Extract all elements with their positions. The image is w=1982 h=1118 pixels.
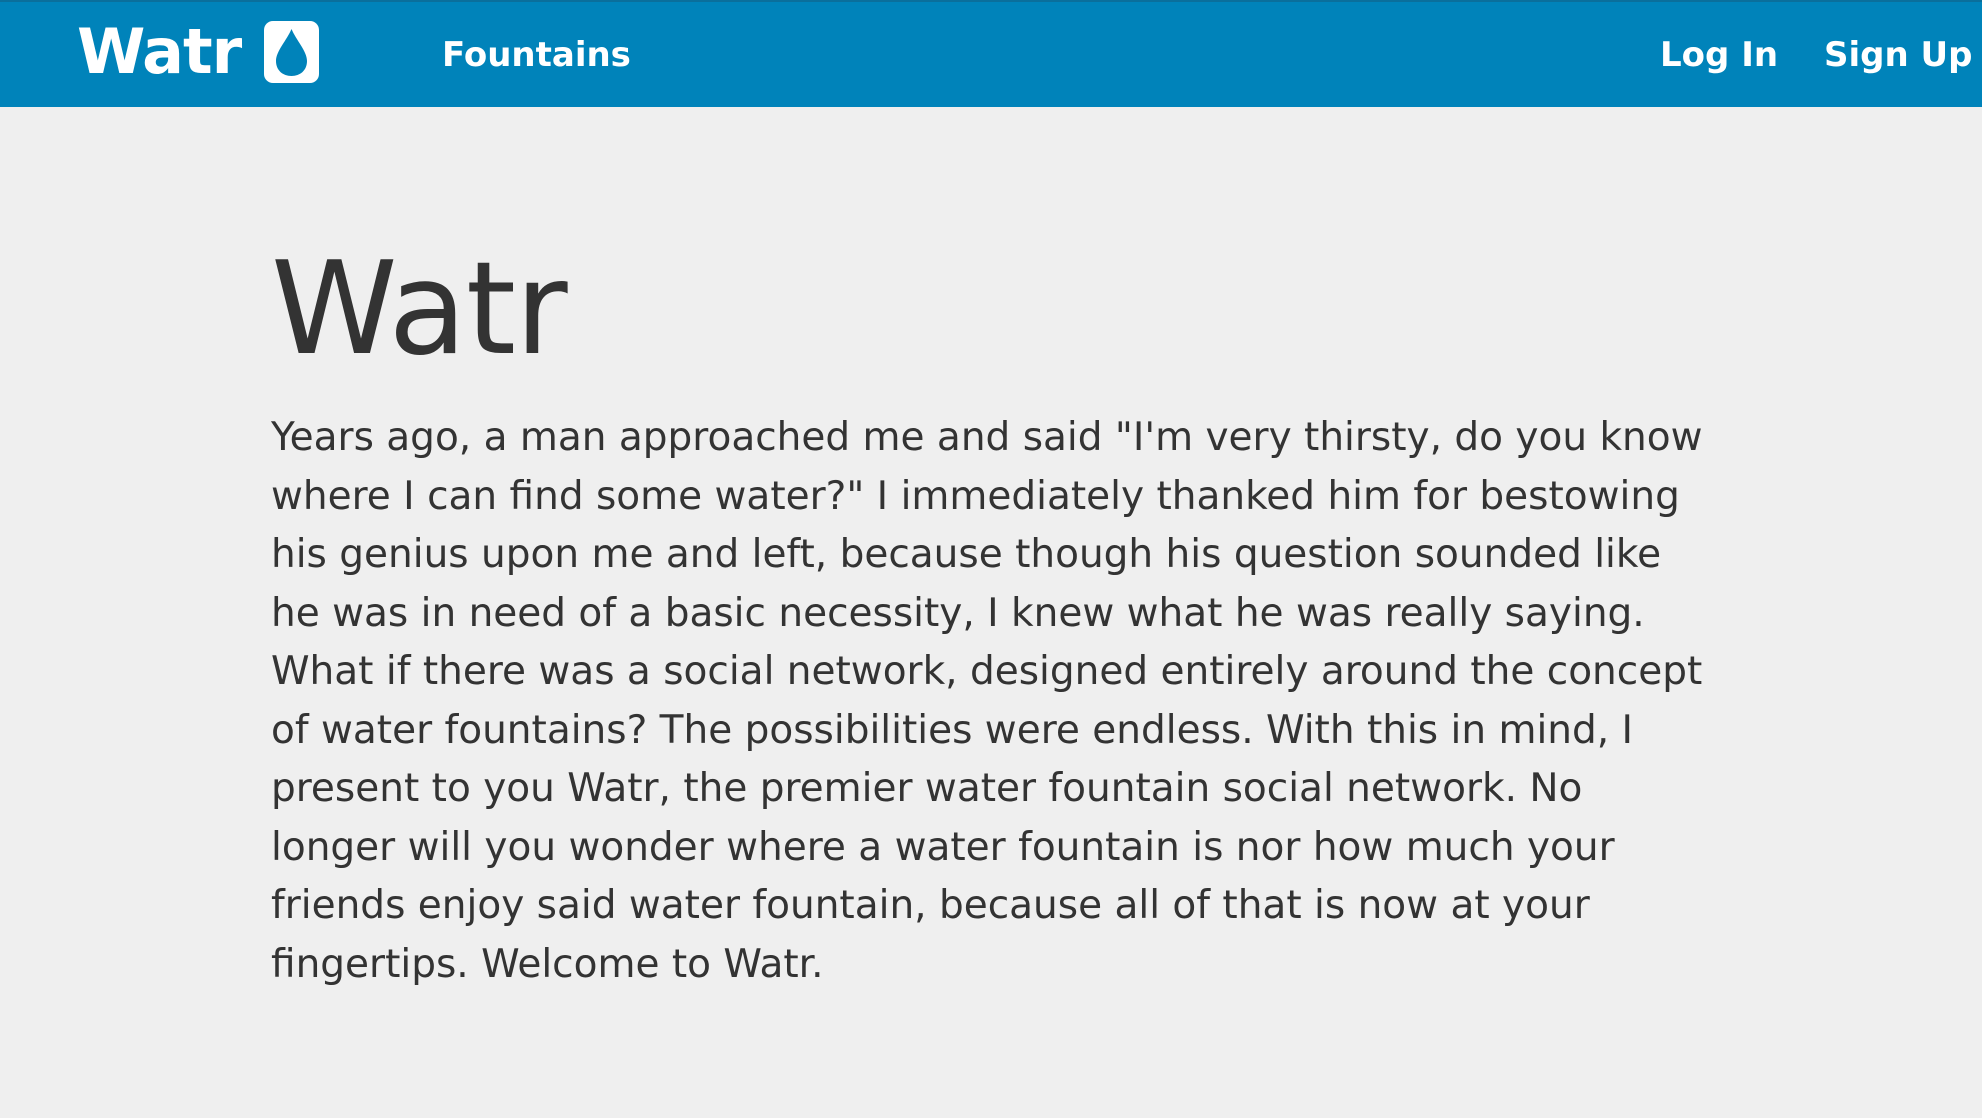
login-link[interactable]: Log In [1660, 2, 1778, 109]
page-title: Watr [271, 235, 568, 384]
water-drop-icon [263, 20, 320, 84]
brand-name: Watr [77, 15, 242, 88]
brand-logo-link[interactable]: Watr [77, 16, 320, 88]
signup-link[interactable]: Sign Up [1824, 2, 1972, 109]
nav-link-fountains[interactable]: Fountains [442, 2, 631, 109]
intro-paragraph: Years ago, a man approached me and said … [271, 415, 1703, 987]
jumbotron: Watr Years ago, a man approached me and … [271, 225, 1711, 994]
navbar: Watr Fountains Log In Sign Up [0, 0, 1982, 107]
